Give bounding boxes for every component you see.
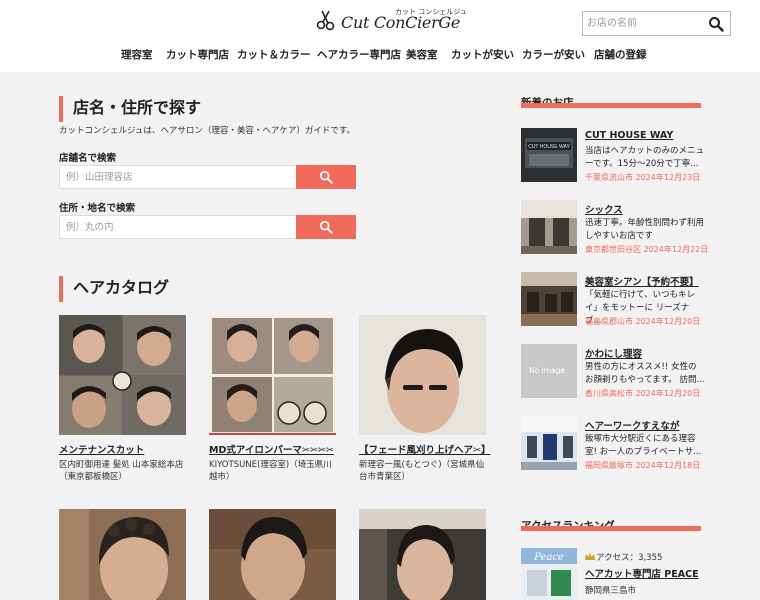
shop-thumbnail[interactable]: Peace: [521, 548, 577, 600]
new-shop-item[interactable]: No image かわにし理容 男性の方にオススメ!! 女性のお顔剃りもやってま…: [521, 344, 706, 398]
shop-name-search-input[interactable]: [587, 15, 702, 32]
address-search-label: 住所・地名で検索: [59, 203, 136, 214]
search-description: カットコンシェルジュは、ヘアサロン（理容・美容・ヘアケア）ガイドです。: [59, 126, 356, 136]
search-section-title: 店名・住所で探す: [59, 96, 201, 122]
shop-name-input[interactable]: [66, 170, 290, 185]
shop-area-date: 福島県郡山市 2024年12月20日: [585, 317, 701, 326]
nav-item-color-shop[interactable]: ヘアカラー専門店: [317, 47, 401, 62]
shop-search-label: 店舗名で検索: [59, 153, 117, 164]
nav-item-cut-shop[interactable]: カット専門店: [166, 47, 229, 62]
new-shop-item[interactable]: シックス 迅速丁寧。年齢性別問わず利用しやすいお店です 東京都世田谷区 2024…: [521, 200, 709, 254]
catalog-photo[interactable]: [359, 315, 486, 435]
shop-description: 当店はヘアカットのみのメニューです。15分〜20分で丁寧...: [585, 146, 705, 169]
address-search-button[interactable]: [296, 215, 356, 239]
main-nav: 理容室 カット専門店 カット＆カラー ヘアカラー専門店 美容室 カットが安い カ…: [0, 44, 760, 66]
search-icon: [319, 170, 333, 184]
heading-underline: [521, 103, 701, 108]
nav-item-cheap-cut[interactable]: カットが安い: [451, 47, 514, 62]
shop-area: 静岡県三島市: [585, 586, 637, 596]
nav-item-barber[interactable]: 理容室: [121, 47, 153, 62]
catalog-section-title: ヘアカタログ: [59, 276, 169, 302]
catalog-photo[interactable]: [59, 315, 186, 435]
shop-name-link[interactable]: シックス: [585, 202, 623, 216]
catalog-item-shop: KIYOTSUNE(理容室)（埼玉県川越市）: [209, 460, 332, 482]
shop-thumbnail[interactable]: No image: [521, 344, 577, 398]
nav-item-cheap-color[interactable]: カラーが安い: [522, 47, 585, 62]
catalog-photo[interactable]: [209, 315, 336, 435]
new-shop-item[interactable]: CUT HOUSE WAY CUT HOUSE WAY 当店はヘアカットのみのメ…: [521, 128, 706, 182]
shop-thumbnail[interactable]: [521, 416, 577, 470]
shop-description: 飯塚市大分駅近くにある理容室! お一人のプライベートサ...: [585, 434, 702, 457]
access-count: アクセス：3,355: [596, 553, 663, 563]
site-logo[interactable]: Cut ConCierGe カット コンシェルジュ: [315, 8, 475, 34]
catalog-photo[interactable]: [209, 509, 336, 600]
shop-name-link[interactable]: ヘアカット専門店 PEACE: [585, 566, 699, 580]
catalog-item-shop: 区内町御用達 髪処 山本家総本店（東京都板橋区）: [59, 460, 184, 482]
shop-description: 迅速丁寧。年齢性別問わず利用しやすいお店です: [585, 218, 705, 241]
address-input[interactable]: [66, 220, 290, 235]
shop-search-button[interactable]: [296, 165, 356, 189]
thumbnail-sign: CUT HOUSE WAY: [528, 144, 570, 150]
new-shop-item[interactable]: ヘアーワークすえなが 飯塚市大分駅近くにある理容室! お一人のプライベートサ..…: [521, 416, 706, 470]
shop-area-date: 千葉県流山市 2024年12月23日: [585, 173, 701, 182]
header-search: [582, 11, 731, 36]
heading-underline: [521, 526, 701, 531]
shop-area-date: 東京都世田谷区 2024年12月22日: [585, 245, 709, 254]
shop-area-date: 福岡県飯塚市 2024年12月18日: [585, 461, 701, 470]
catalog-photo[interactable]: [59, 509, 186, 600]
search-icon: [319, 220, 333, 234]
catalog-item-title[interactable]: 【フェード風刈り上げヘア✂】: [359, 442, 490, 456]
thumbnail-sign: Peace: [533, 552, 564, 563]
shop-search-field: [59, 165, 297, 189]
crown-icon: [585, 552, 595, 560]
search-icon[interactable]: [708, 16, 724, 32]
new-shop-item[interactable]: 美容室シアン【予約不要】 「気軽に行けて、いつもキレイ」をモットーに リーズナブ…: [521, 272, 706, 326]
shop-area-date: 香川県高松市 2024年12月20日: [585, 389, 701, 398]
logo-subtitle: カット コンシェルジュ: [395, 8, 467, 16]
catalog-item-title[interactable]: メンテナンスカット: [59, 442, 144, 456]
site-header: Cut ConCierGe カット コンシェルジュ 理容室 カット専門店 カット…: [0, 0, 760, 72]
nav-item-beauty-salon[interactable]: 美容室: [406, 47, 438, 62]
catalog-item-shop: 新理容一風(もとつぐ)（宮城県仙台市青葉区）: [359, 460, 485, 482]
nav-item-register-shop[interactable]: 店舗の登録: [594, 47, 647, 62]
shop-thumbnail[interactable]: CUT HOUSE WAY: [521, 128, 577, 182]
shop-description: 男性の方にオススメ!! 女性のお顔剃りもやってます。 訪問...: [585, 362, 705, 385]
shop-thumbnail[interactable]: [521, 272, 577, 326]
catalog-photo[interactable]: [359, 509, 486, 600]
shop-name-link[interactable]: 美容室シアン【予約不要】: [585, 274, 699, 288]
shop-thumbnail[interactable]: [521, 200, 577, 254]
no-image-label: No image: [529, 366, 565, 375]
shop-name-link[interactable]: ヘアーワークすえなが: [585, 418, 679, 432]
shop-name-link[interactable]: CUT HOUSE WAY: [585, 130, 673, 141]
shop-name-link[interactable]: かわにし理容: [585, 346, 642, 360]
catalog-item-title[interactable]: MD式アイロンパーマ✂✂✂✂: [209, 442, 334, 456]
nav-item-cut-color[interactable]: カット＆カラー: [237, 47, 311, 62]
ranking-item[interactable]: Peace アクセス：3,355 ヘアカット専門店 PEACE 静岡県三島市: [521, 548, 706, 600]
address-search-field: [59, 215, 297, 239]
scissors-icon: [316, 10, 335, 31]
